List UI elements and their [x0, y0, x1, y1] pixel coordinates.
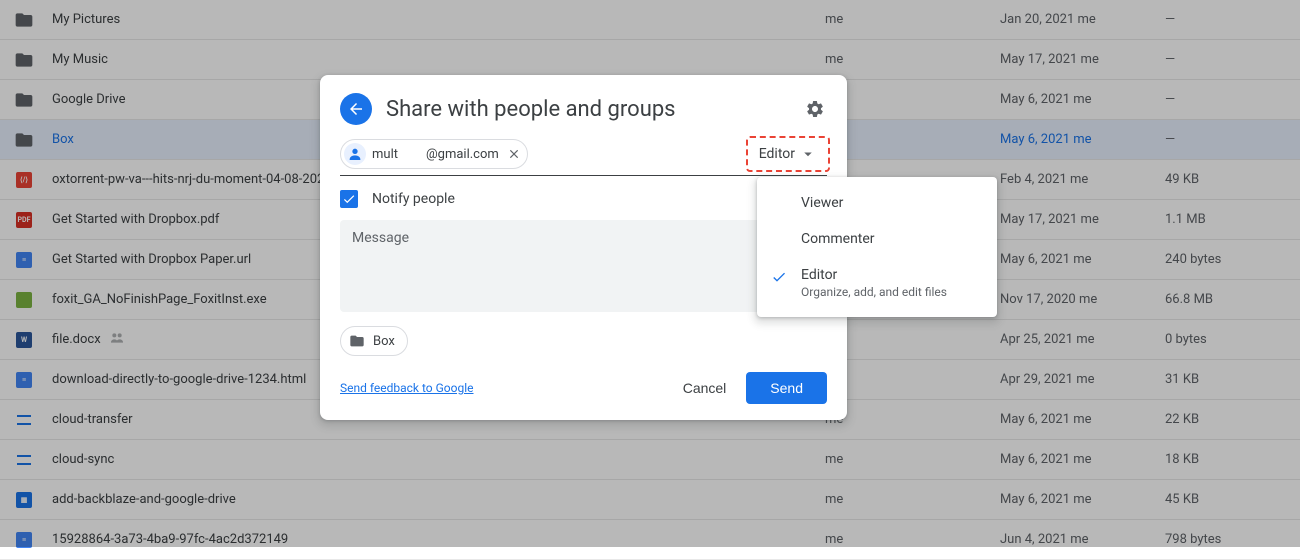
permission-select[interactable]: Editor [749, 139, 827, 169]
check-icon [771, 269, 787, 289]
file-modified: Jun 4, 2021 me [1000, 532, 1165, 547]
file-owner: me [825, 372, 1000, 387]
file-row[interactable]: cloud-syncmeMay 6, 2021 me18 KB [0, 440, 1300, 480]
arrow-left-icon [347, 100, 365, 118]
file-modified: May 6, 2021 me [1000, 452, 1165, 467]
file-type-icon: ▦ [12, 488, 36, 512]
perm-option-commenter[interactable]: Commenter [757, 221, 997, 257]
file-type-icon [12, 288, 36, 312]
file-owner: me [825, 332, 1000, 347]
notify-checkbox[interactable] [340, 190, 358, 208]
file-size: 798 bytes [1165, 532, 1300, 547]
perm-option-editor[interactable]: Editor Organize, add, and edit files [757, 257, 997, 309]
caret-down-icon [799, 145, 817, 163]
file-size: — [1165, 92, 1300, 107]
file-row[interactable]: My PicturesmeJan 20, 2021 me— [0, 0, 1300, 40]
perm-label: Commenter [801, 231, 875, 247]
file-row[interactable]: My MusicmeMay 17, 2021 me— [0, 40, 1300, 80]
recipient-input-row[interactable]: mult @gmail.com Editor [340, 139, 827, 176]
file-modified: May 6, 2021 me [1000, 412, 1165, 427]
shared-folder-chip[interactable]: Box [340, 326, 408, 356]
file-owner: me [825, 532, 1000, 547]
file-modified: Feb 4, 2021 me [1000, 172, 1165, 187]
gear-icon [805, 99, 825, 119]
file-type-icon: W [12, 328, 36, 352]
check-icon [342, 192, 356, 206]
file-owner: me [825, 452, 1000, 467]
shared-icon [109, 330, 125, 350]
perm-option-viewer[interactable]: Viewer [757, 185, 997, 221]
file-type-icon [12, 88, 36, 112]
file-modified: Nov 17, 2020 me [1000, 292, 1165, 307]
message-input[interactable]: Message [340, 220, 827, 312]
chip-name: mult [372, 147, 398, 162]
notify-label: Notify people [372, 191, 455, 207]
file-size: 31 KB [1165, 372, 1300, 387]
dialog-title: Share with people and groups [386, 97, 803, 122]
permission-menu: Viewer Commenter Editor Organize, add, a… [757, 177, 997, 317]
file-type-icon [12, 8, 36, 32]
file-type-icon: ≡ [12, 248, 36, 272]
file-owner: me [825, 52, 1000, 67]
file-type-icon [12, 128, 36, 152]
perm-label: Editor [801, 267, 837, 283]
permission-selected-label: Editor [759, 146, 795, 162]
file-size: 1.1 MB [1165, 212, 1300, 227]
perm-label: Viewer [801, 195, 843, 211]
file-row[interactable]: ▦ add-backblaze-and-google-drivemeMay 6, … [0, 480, 1300, 520]
file-size: 45 KB [1165, 492, 1300, 507]
folder-name: Box [373, 334, 395, 349]
send-button[interactable]: Send [746, 372, 827, 404]
file-name: My Pictures [52, 12, 825, 27]
file-owner: me [825, 92, 1000, 107]
file-size: 22 KB [1165, 412, 1300, 427]
file-name: cloud-sync [52, 452, 825, 467]
file-type-icon: PDF [12, 208, 36, 232]
file-owner: me [825, 412, 1000, 427]
recipient-chip[interactable]: mult @gmail.com [340, 139, 528, 169]
back-button[interactable] [340, 93, 372, 125]
file-modified: May 17, 2021 me [1000, 52, 1165, 67]
file-owner: me [825, 132, 1000, 147]
file-name: 15928864-3a73-4ba9-97fc-4ac2d372149 [52, 532, 825, 547]
perm-subtitle: Organize, add, and edit files [801, 285, 981, 299]
file-row[interactable]: ≡ 15928864-3a73-4ba9-97fc-4ac2d372149meJu… [0, 520, 1300, 560]
folder-icon [349, 333, 365, 349]
file-name: add-backblaze-and-google-drive [52, 492, 825, 507]
file-modified: May 6, 2021 me [1000, 132, 1165, 147]
avatar-icon [344, 143, 366, 165]
file-size: 66.8 MB [1165, 292, 1300, 307]
file-size: 18 KB [1165, 452, 1300, 467]
settings-button[interactable] [803, 97, 827, 121]
file-type-icon: ⟨/⟩ [12, 168, 36, 192]
file-type-icon [12, 448, 36, 472]
file-type-icon: ≡ [12, 368, 36, 392]
file-modified: May 17, 2021 me [1000, 212, 1165, 227]
file-modified: Apr 25, 2021 me [1000, 332, 1165, 347]
file-size: 49 KB [1165, 172, 1300, 187]
file-modified: Apr 29, 2021 me [1000, 372, 1165, 387]
chip-remove-button[interactable] [507, 147, 521, 161]
file-type-icon: ≡ [12, 528, 36, 552]
file-size: — [1165, 132, 1300, 147]
file-name: My Music [52, 52, 825, 67]
close-icon [507, 147, 521, 161]
file-modified: Jan 20, 2021 me [1000, 12, 1165, 27]
file-modified: May 6, 2021 me [1000, 92, 1165, 107]
file-type-icon [12, 48, 36, 72]
chip-email: @gmail.com [426, 147, 499, 162]
file-size: — [1165, 12, 1300, 27]
file-modified: May 6, 2021 me [1000, 252, 1165, 267]
file-owner: me [825, 492, 1000, 507]
feedback-link[interactable]: Send feedback to Google [340, 381, 474, 395]
file-size: 240 bytes [1165, 252, 1300, 267]
cancel-button[interactable]: Cancel [679, 372, 731, 404]
file-modified: May 6, 2021 me [1000, 492, 1165, 507]
file-size: 0 bytes [1165, 332, 1300, 347]
file-owner: me [825, 12, 1000, 27]
file-type-icon [12, 408, 36, 432]
file-size: — [1165, 52, 1300, 67]
message-placeholder: Message [352, 230, 409, 246]
